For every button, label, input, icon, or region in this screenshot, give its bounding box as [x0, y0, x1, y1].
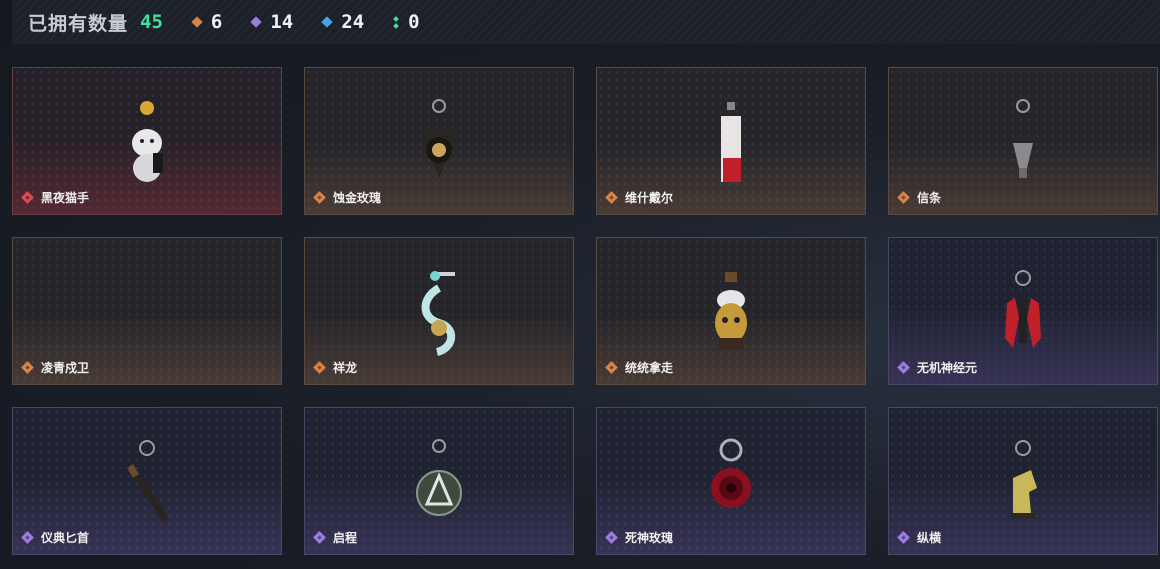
purple-rarity-icon	[897, 531, 910, 544]
owned-label: 已拥有数量	[28, 13, 129, 35]
stat-blue-value: 24	[341, 11, 365, 33]
stat-gold-value: 6	[210, 11, 223, 33]
green-rarity-icon	[393, 15, 399, 29]
pendant-card[interactable]: 维什戴尔	[596, 67, 866, 215]
owned-count: 45	[140, 11, 163, 33]
pendant-card[interactable]: 统统拿走	[596, 237, 866, 385]
stat-gold: 6	[191, 11, 223, 33]
gold-rarity-icon	[605, 191, 618, 204]
pendant-card[interactable]: 仪典匕首	[12, 407, 282, 555]
gold-rarity-icon	[21, 361, 34, 374]
red-rarity-icon	[21, 191, 34, 204]
pendant-name: 蚀金玫瑰	[313, 189, 381, 206]
pendant-card[interactable]: 死神玫瑰	[596, 407, 866, 555]
pendant-card[interactable]: 启程	[304, 407, 574, 555]
card-decoration	[241, 98, 271, 148]
stat-green: 0	[393, 11, 420, 33]
gold-rarity-icon	[897, 191, 910, 204]
blue-rarity-icon	[321, 16, 333, 28]
death-rose-pendant-icon	[711, 438, 751, 508]
pendant-card[interactable]: 祥龙	[304, 237, 574, 385]
take-all-pendant-icon	[715, 272, 747, 350]
ownership-summary-bar: 已拥有数量 45 6 14 24 0	[12, 0, 1160, 44]
gold-rarity-icon	[313, 191, 326, 204]
pendant-name: 统统拿走	[605, 359, 673, 376]
dagger-pendant-icon	[127, 440, 169, 522]
pendant-card[interactable]: 纵横	[888, 407, 1158, 555]
pendant-card[interactable]: 凌青戍卫	[12, 237, 282, 385]
cat-pendant-icon	[132, 101, 163, 182]
pendant-card[interactable]: 无机神经元	[888, 237, 1158, 385]
pendant-name: 仪典匕首	[21, 529, 89, 546]
stat-blue: 24	[321, 11, 365, 33]
purple-rarity-icon	[897, 361, 910, 374]
pendant-name: 信条	[897, 189, 941, 206]
pendant-card[interactable]: 蚀金玫瑰	[304, 67, 574, 215]
purple-rarity-icon	[21, 531, 34, 544]
pendant-name: 死神玫瑰	[605, 529, 673, 546]
pendant-name: 黑夜猫手	[21, 189, 89, 206]
gold-rose-pendant-icon	[421, 99, 457, 178]
neuron-pendant-icon	[1005, 270, 1041, 348]
pendant-name: 纵横	[897, 529, 941, 546]
pendant-card[interactable]: 黑夜猫手	[12, 67, 282, 215]
purple-rarity-icon	[605, 531, 618, 544]
pendant-name: 启程	[313, 529, 357, 546]
journey-pendant-icon	[416, 439, 462, 516]
stat-purple-value: 14	[270, 11, 294, 33]
pendant-name: 凌青戍卫	[21, 359, 89, 376]
purple-rarity-icon	[313, 531, 326, 544]
stat-green-value: 0	[408, 11, 420, 33]
pendant-name: 维什戴尔	[605, 189, 673, 206]
purple-rarity-icon	[250, 16, 263, 28]
pendant-card[interactable]: 信条	[888, 67, 1158, 215]
card-pendant-icon	[721, 102, 741, 182]
dragon-pendant-icon	[421, 271, 456, 356]
pendant-name: 祥龙	[313, 359, 357, 376]
gold-rarity-icon	[605, 361, 618, 374]
gold-rarity-icon	[313, 361, 326, 374]
knight-pendant-icon	[1011, 440, 1037, 519]
pendant-name: 无机神经元	[897, 359, 977, 376]
gold-rarity-icon	[191, 16, 203, 28]
stat-purple: 14	[250, 11, 294, 33]
creed-pendant-icon	[1013, 99, 1033, 178]
